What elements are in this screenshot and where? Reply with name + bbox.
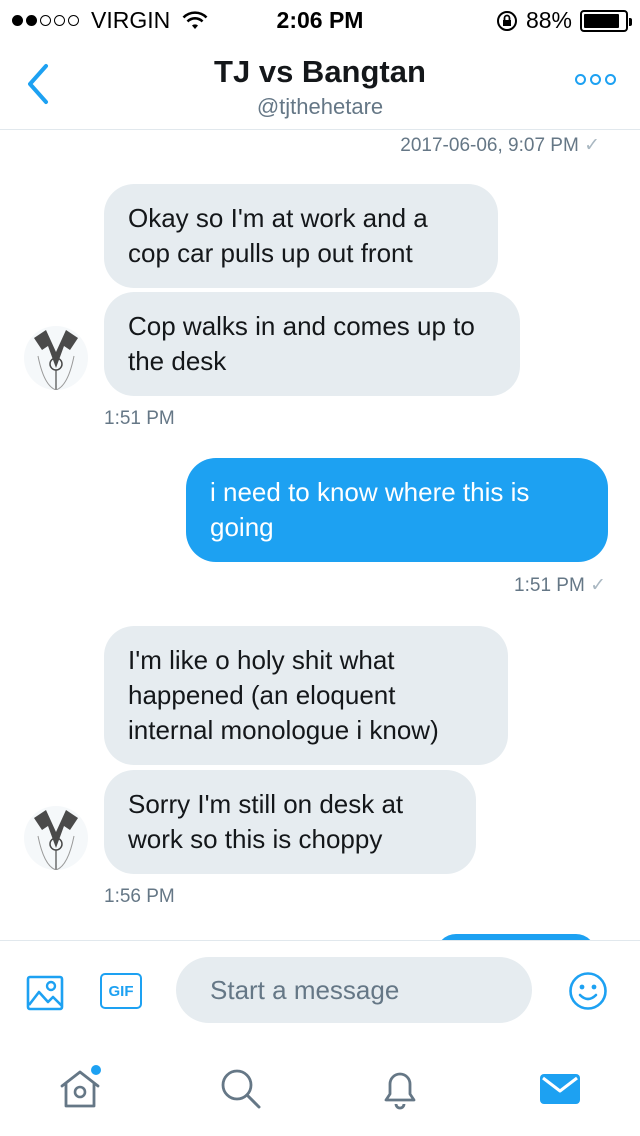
message-text: Okay so I'm at work and a cop car pulls … xyxy=(128,203,428,268)
notification-dot xyxy=(91,1065,101,1075)
message-time: 1:56 PM xyxy=(104,886,175,907)
outgoing-message[interactable]: i need to know where this is going xyxy=(186,458,608,562)
incoming-message[interactable]: Sorry I'm still on desk at work so this … xyxy=(104,770,476,874)
message-timestamp: 2017-06-06, 9:07 PM ✓ xyxy=(400,135,600,156)
avatar-image xyxy=(34,330,78,390)
conversation-header: TJ vs Bangtan @tjthehetare xyxy=(0,40,640,130)
title-block[interactable]: TJ vs Bangtan @tjthehetare xyxy=(0,54,640,120)
tab-home[interactable] xyxy=(56,1064,104,1112)
tab-messages[interactable] xyxy=(536,1064,584,1112)
envelope-icon xyxy=(540,1074,580,1104)
incoming-message[interactable]: I'm like o holy shit what happened (an e… xyxy=(104,626,508,765)
message-time: 1:51 PM ✓ xyxy=(514,575,606,596)
incoming-message[interactable]: Cop walks in and comes up to the desk xyxy=(104,292,520,396)
status-right: 88% xyxy=(496,7,632,34)
more-dot-icon xyxy=(590,74,601,85)
more-dot-icon xyxy=(575,74,586,85)
message-list[interactable]: 2017-06-06, 9:07 PM ✓ Okay so I'm at wor… xyxy=(0,130,640,940)
more-options-button[interactable] xyxy=(575,74,616,85)
compose-bar: GIF xyxy=(0,940,640,1036)
sender-avatar[interactable] xyxy=(24,326,88,390)
status-bar: VIRGIN 2:06 PM 88% xyxy=(0,0,640,40)
search-icon xyxy=(221,1069,261,1109)
battery-icon xyxy=(580,9,632,32)
smiley-icon[interactable] xyxy=(568,971,608,1011)
battery-percent: 88% xyxy=(525,7,572,33)
read-check-icon: ✓ xyxy=(590,575,606,596)
message-text: Sorry I'm still on desk at work so this … xyxy=(128,789,404,854)
read-check-icon: ✓ xyxy=(584,135,600,156)
gif-button[interactable]: GIF xyxy=(100,973,142,1009)
bell-icon xyxy=(384,1072,416,1110)
message-text: Cop walks in and comes up to the desk xyxy=(128,311,475,376)
tab-search[interactable] xyxy=(216,1064,264,1112)
conversation-title: TJ vs Bangtan xyxy=(214,54,426,89)
tab-notifications[interactable] xyxy=(376,1064,424,1112)
message-time: 1:51 PM xyxy=(104,408,175,429)
avatar-image xyxy=(34,810,78,870)
image-icon[interactable] xyxy=(26,975,64,1011)
sender-avatar[interactable] xyxy=(24,806,88,870)
message-text: I'm like o holy shit what happened (an e… xyxy=(128,645,439,745)
message-input[interactable] xyxy=(176,957,532,1023)
orientation-lock-icon xyxy=(496,10,517,31)
incoming-message[interactable]: Okay so I'm at work and a cop car pulls … xyxy=(104,184,498,288)
home-icon xyxy=(60,1070,100,1108)
message-text: i need to know where this is going xyxy=(210,477,530,542)
more-dot-icon xyxy=(605,74,616,85)
user-handle: @tjthehetare xyxy=(256,94,384,119)
tab-bar xyxy=(0,1036,640,1136)
